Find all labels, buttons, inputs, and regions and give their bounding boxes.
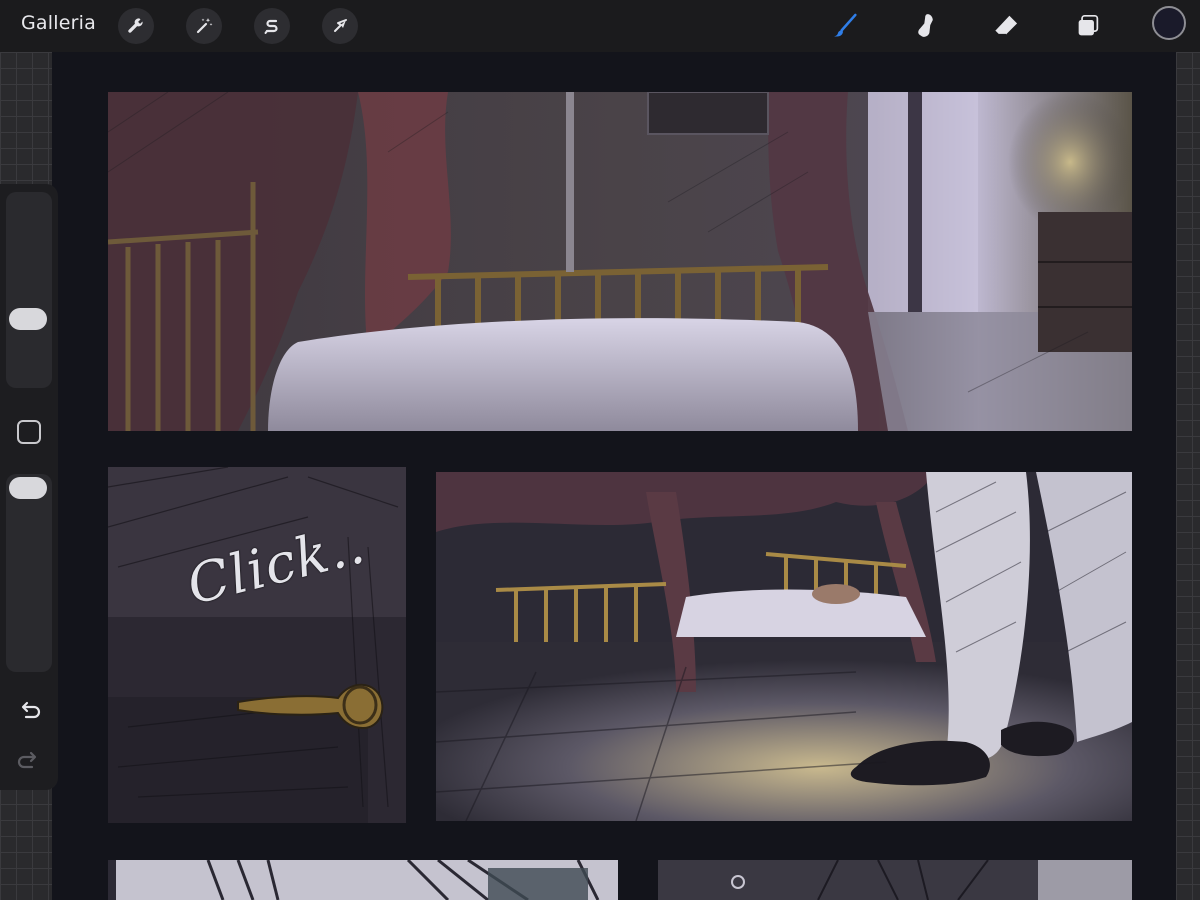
comic-panel-bottom-left <box>108 860 618 900</box>
drawing-canvas[interactable]: Click.. <box>52 52 1176 900</box>
background-grid-right <box>1176 52 1200 900</box>
magic-wand-icon[interactable] <box>186 8 222 44</box>
smudge-icon[interactable] <box>906 6 946 46</box>
gallery-button[interactable]: Galleria <box>21 12 96 34</box>
left-sidebar <box>0 184 58 790</box>
selection-s-icon[interactable] <box>254 8 290 44</box>
modify-square-icon[interactable] <box>17 420 41 444</box>
top-toolbar: Galleria <box>0 0 1200 52</box>
comic-panel-bedroom-wide <box>108 92 1132 431</box>
comic-panel-bedside-figure <box>436 472 1132 821</box>
color-picker-swatch[interactable] <box>1152 6 1186 40</box>
eraser-icon[interactable] <box>986 6 1026 46</box>
opacity-slider-thumb[interactable] <box>9 477 47 499</box>
brush-icon[interactable] <box>826 6 866 46</box>
undo-icon[interactable] <box>15 698 43 726</box>
brush-size-slider[interactable] <box>6 192 52 388</box>
move-arrow-icon[interactable] <box>322 8 358 44</box>
brush-size-slider-thumb[interactable] <box>9 308 47 330</box>
comic-panel-door-handle: Click.. <box>108 467 406 823</box>
layers-icon[interactable] <box>1068 6 1108 46</box>
opacity-slider[interactable] <box>6 474 52 672</box>
redo-icon[interactable] <box>15 748 43 776</box>
comic-panel-bottom-right <box>658 860 1132 900</box>
wrench-icon[interactable] <box>118 8 154 44</box>
